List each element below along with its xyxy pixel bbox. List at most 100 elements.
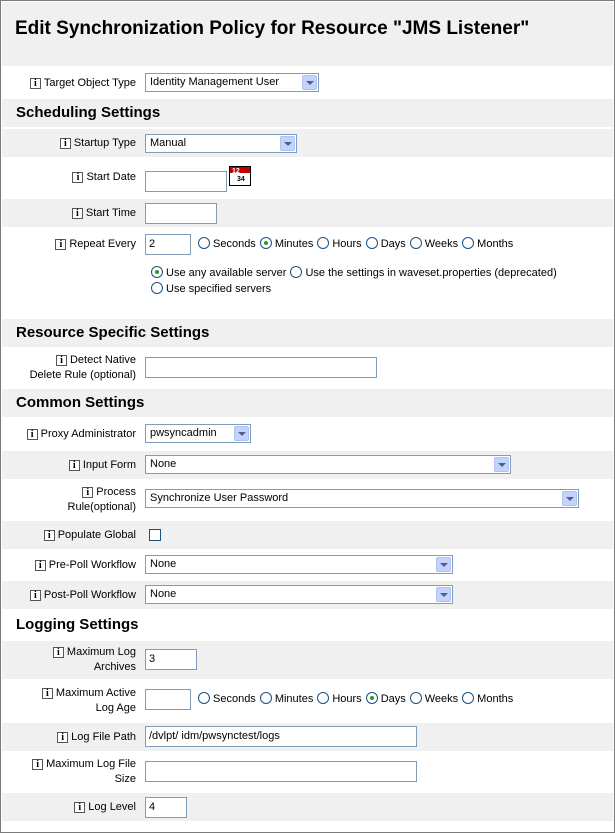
info-icon[interactable]: i [57, 732, 69, 743]
radio-label: Hours [332, 238, 362, 250]
radio-button[interactable] [151, 266, 163, 278]
pre-poll-workflow-label: i Pre-Poll Workflow [34, 558, 136, 573]
chevron-down-icon [280, 136, 295, 151]
radio-label: Use the settings in waveset.properties (… [305, 267, 557, 279]
proxy-administrator-select[interactable]: pwsyncadmin [145, 424, 251, 443]
info-icon[interactable]: i [43, 530, 55, 541]
row-input-form: i Input Form None [2, 451, 613, 479]
radio-button[interactable] [198, 692, 210, 704]
radio-button[interactable] [259, 692, 272, 704]
row-populate-global: i Populate Global [2, 521, 613, 549]
radio-label: Days [380, 238, 406, 250]
info-icon[interactable]: i [34, 560, 46, 571]
max-log-archives-input[interactable]: 3 [145, 649, 197, 670]
repeat-unit-radio-days[interactable]: Days [365, 237, 406, 250]
radio-label: Minutes [274, 238, 314, 250]
populate-global-label: i Populate Global [43, 528, 136, 543]
info-icon[interactable]: i [41, 688, 53, 699]
row-max-log-file-size: i Maximum Log File Size [2, 753, 613, 791]
repeat-unit-radio-seconds[interactable]: Seconds [198, 237, 256, 250]
max-log-file-size-input[interactable] [145, 761, 417, 782]
row-repeat-every: i Repeat Every 2 Seconds Minutes Hours Days W… [2, 229, 613, 259]
radio-button[interactable] [462, 237, 475, 249]
info-icon[interactable]: i [26, 429, 38, 440]
radio-button[interactable] [317, 237, 330, 249]
log-age-unit-radio-days[interactable]: Days [365, 692, 406, 705]
radio-button[interactable] [409, 237, 422, 249]
repeat-unit-radio-months[interactable]: Months [462, 237, 513, 250]
startup-type-select[interactable]: Manual [145, 134, 297, 153]
server-radio-group: Use any available server Use the settings… [151, 265, 613, 297]
log-age-unit-radio-minutes[interactable]: Minutes [259, 692, 313, 705]
radio-button[interactable] [365, 692, 378, 704]
radio-button[interactable] [462, 692, 475, 704]
section-common: Common Settings [2, 389, 613, 417]
radio-label: Days [380, 693, 406, 705]
log-file-path-input[interactable]: /dvlpt/ idm/pwsynctest/logs [145, 726, 417, 747]
log-age-unit-radio-hours[interactable]: Hours [317, 692, 362, 705]
info-icon[interactable]: i [74, 802, 86, 813]
info-icon[interactable]: i [55, 239, 67, 250]
info-icon[interactable]: i [82, 487, 94, 498]
repeat-unit-radio-weeks[interactable]: Weeks [409, 237, 458, 250]
repeat-every-label: i Repeat Every [55, 237, 136, 252]
row-post-poll-workflow: i Post-Poll Workflow None [2, 581, 613, 609]
process-rule-select[interactable]: Synchronize User Password [145, 489, 579, 508]
radio-label: Seconds [213, 693, 256, 705]
radio-button[interactable] [259, 237, 272, 249]
input-form-select[interactable]: None [145, 455, 511, 474]
radio-button[interactable] [290, 266, 303, 278]
row-process-rule: i Process Rule(optional) Synchronize User … [2, 481, 613, 519]
radio-label: Hours [332, 693, 362, 705]
startup-type-label: i Startup Type [59, 136, 136, 151]
log-age-unit-radio-months[interactable]: Months [462, 692, 513, 705]
info-icon[interactable]: i [29, 78, 41, 89]
populate-global-checkbox[interactable] [149, 529, 161, 541]
radio-button[interactable] [409, 692, 422, 704]
log-age-unit-radio-group: Seconds Minutes Hours Days Weeks Months [198, 692, 517, 705]
start-time-input[interactable] [145, 203, 217, 224]
input-form-label: i Input Form [68, 458, 136, 473]
info-icon[interactable]: i [52, 647, 64, 658]
radio-label: Months [477, 693, 514, 705]
proxy-administrator-label: i Proxy Administrator [26, 427, 136, 442]
radio-label: Use specified servers [166, 283, 272, 295]
detect-native-delete-rule-input[interactable] [145, 357, 377, 378]
info-icon[interactable]: i [55, 355, 67, 366]
server-option-1[interactable]: Use any available server [151, 265, 286, 281]
log-level-label: i Log Level [74, 800, 136, 815]
row-proxy-administrator: i Proxy Administrator pwsyncadmin [2, 419, 613, 449]
repeat-unit-radio-minutes[interactable]: Minutes [259, 237, 314, 250]
target-object-type-label: i Target Object Type [29, 76, 136, 91]
radio-button[interactable] [151, 282, 163, 294]
radio-button[interactable] [365, 237, 378, 249]
row-log-file-path: i Log File Path /dvlpt/ idm/pwsynctest/lo… [2, 723, 613, 751]
start-date-input[interactable] [145, 171, 227, 192]
repeat-every-input[interactable]: 2 [145, 234, 191, 255]
server-option-2[interactable]: Use the settings in waveset.properties (… [290, 265, 557, 281]
info-icon[interactable]: i [29, 590, 41, 601]
calendar-icon[interactable]: 12 34 [229, 166, 251, 186]
info-icon[interactable]: i [59, 138, 71, 149]
info-icon[interactable]: i [32, 759, 44, 770]
info-icon[interactable]: i [71, 208, 83, 219]
log-age-unit-radio-seconds[interactable]: Seconds [198, 692, 256, 705]
server-option-3[interactable]: Use specified servers [151, 281, 271, 297]
repeat-unit-radio-hours[interactable]: Hours [317, 237, 362, 250]
max-active-log-age-input[interactable] [145, 689, 191, 710]
log-age-unit-radio-weeks[interactable]: Weeks [409, 692, 458, 705]
pre-poll-workflow-select[interactable]: None [145, 555, 453, 574]
chevron-down-icon [234, 426, 249, 441]
log-level-input[interactable]: 4 [145, 797, 187, 818]
target-object-type-select[interactable]: Identity Management User [145, 73, 319, 92]
repeat-unit-radio-group: Seconds Minutes Hours Days Weeks Months [198, 237, 517, 250]
policy-form: Edit Synchronization Policy for Resource… [0, 0, 615, 833]
radio-label: Use any available server [166, 267, 287, 279]
info-icon[interactable]: i [68, 460, 80, 471]
radio-button[interactable] [317, 692, 330, 704]
radio-button[interactable] [198, 237, 210, 249]
post-poll-workflow-select[interactable]: None [145, 585, 453, 604]
detect-native-delete-rule-label: i Detect Native Delete Rule (optional) [29, 354, 136, 381]
info-icon[interactable]: i [72, 172, 84, 183]
start-time-label: i Start Time [71, 206, 136, 221]
